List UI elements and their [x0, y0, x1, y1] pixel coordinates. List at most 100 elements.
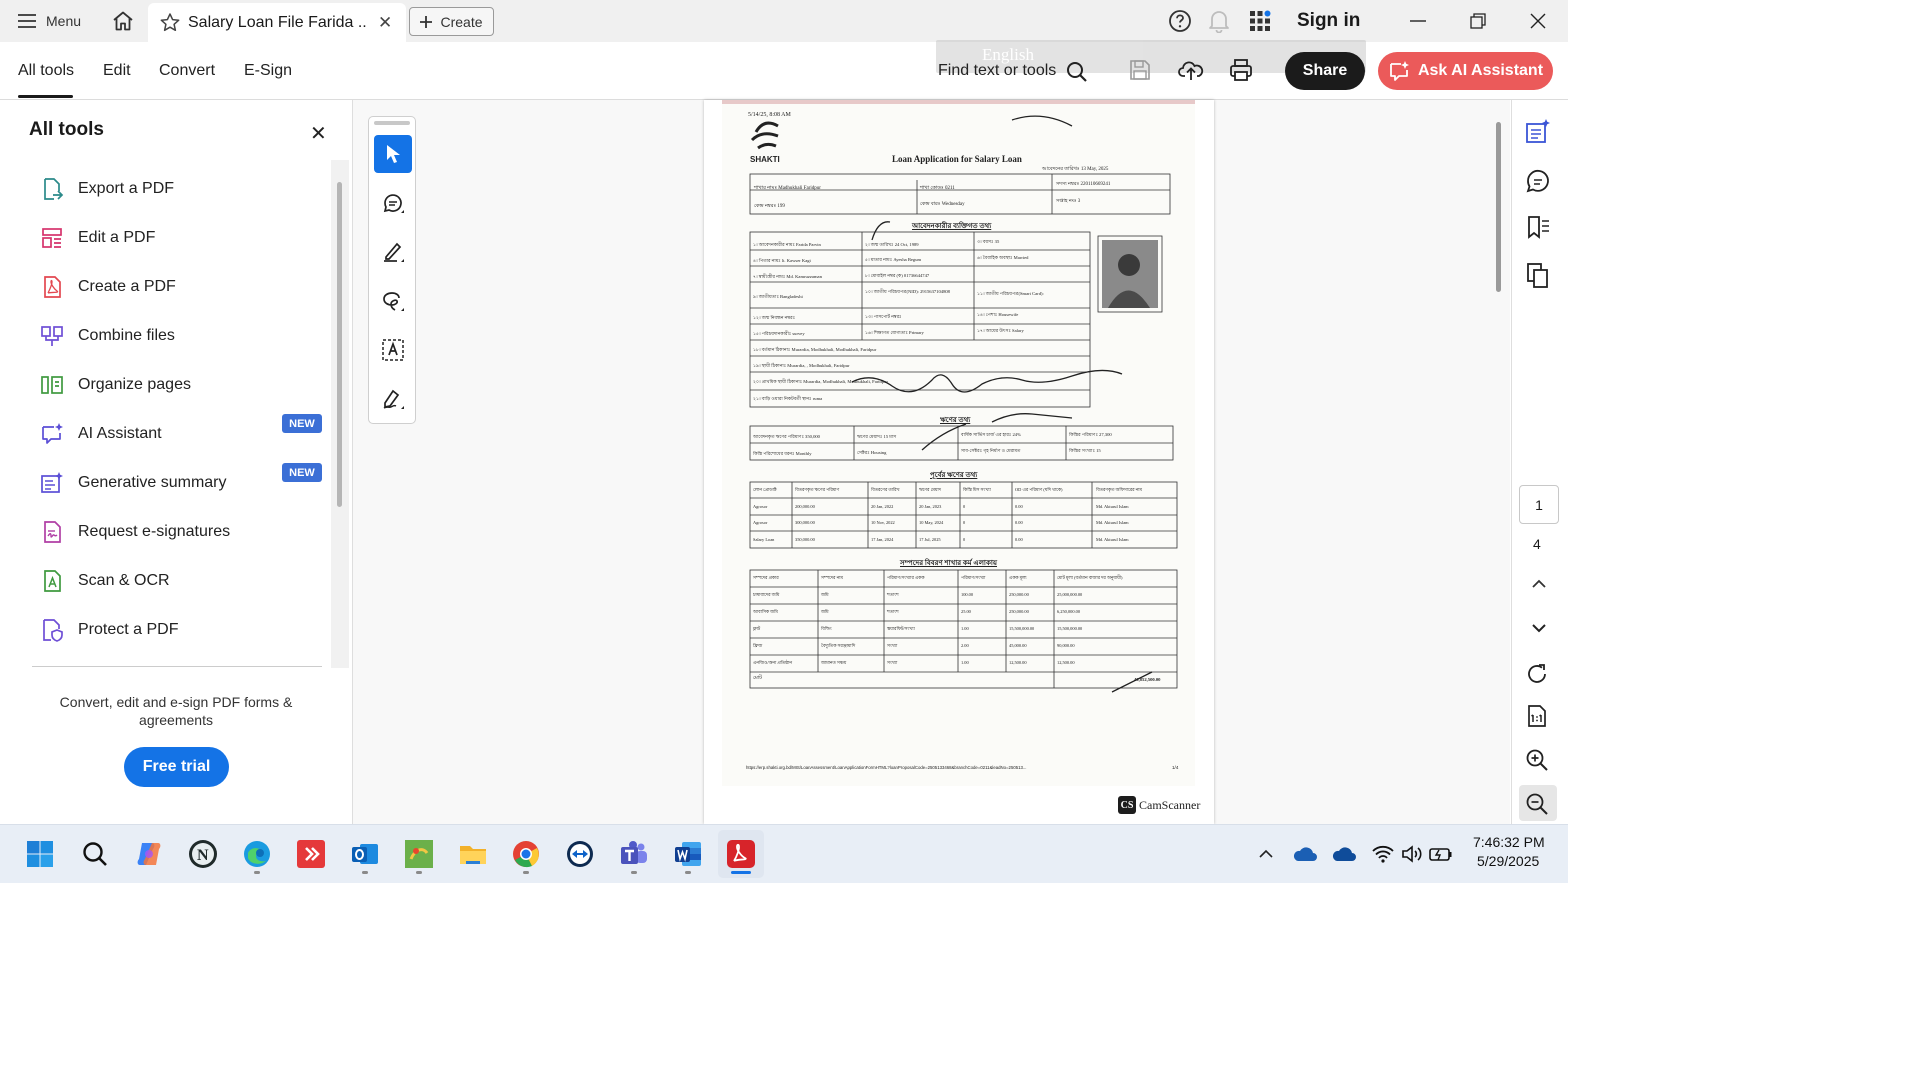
tool-request-esignatures[interactable]: Request e-signatures — [40, 516, 330, 548]
taskbar-search-icon[interactable] — [77, 836, 113, 872]
bookmark-icon[interactable] — [1525, 214, 1551, 240]
form-branch: শাখার নামঃ Madhukhali Faridpur — [754, 186, 821, 191]
menu-button[interactable]: Menu — [0, 0, 100, 42]
create-button[interactable]: Create — [409, 7, 494, 36]
battery-icon[interactable] — [1423, 836, 1459, 872]
clock-date[interactable]: 5/29/2025 — [1477, 853, 1539, 869]
section-previous-loans: পূর্বের ঋণের তথ্য — [930, 471, 978, 479]
cloud-upload-icon[interactable] — [1178, 58, 1204, 82]
tray-chevron-icon[interactable] — [1248, 836, 1284, 872]
text-tool-button[interactable] — [374, 331, 412, 369]
tab-edit[interactable]: Edit — [103, 62, 131, 80]
tool-export-pdf[interactable]: Export a PDF — [40, 173, 330, 205]
lasso-draw-icon — [383, 292, 404, 311]
bijoy-app-icon[interactable] — [401, 836, 437, 872]
personal-row: ১৬। শিক্ষাগত যোগ্যতাঃ Primary — [865, 330, 924, 335]
teamviewer-icon[interactable] — [562, 836, 598, 872]
personal-row: ১৪। পেশাঃ Housewife — [977, 312, 1019, 317]
start-windows-icon[interactable] — [22, 836, 58, 872]
help-icon[interactable] — [1168, 9, 1192, 33]
table-cell: শতাংশ — [887, 592, 899, 597]
tool-scan-ocr[interactable]: Scan & OCR — [40, 565, 330, 597]
loan-row: সাব-সেক্টরঃ গৃহ নির্মাণ ও মেরামত — [961, 448, 1021, 453]
ask-ai-assistant-button[interactable]: Ask AI Assistant — [1378, 52, 1553, 90]
next-page-icon[interactable] — [1531, 622, 1547, 634]
tab-esign[interactable]: E-Sign — [244, 62, 292, 80]
print-icon[interactable] — [1229, 58, 1253, 82]
table-cell: 0 — [963, 536, 966, 542]
create-label: Create — [440, 13, 483, 30]
tool-protect-pdf[interactable]: Protect a PDF — [40, 614, 330, 646]
actual-size-icon[interactable] — [1525, 704, 1549, 728]
file-explorer-icon[interactable] — [455, 836, 491, 872]
table-cell: 1.00 — [961, 660, 969, 665]
tool-label: Request e-signatures — [78, 523, 231, 540]
minimize-button[interactable] — [1388, 0, 1448, 42]
zoom-in-icon[interactable] — [1525, 748, 1549, 772]
outlook-icon[interactable] — [347, 836, 383, 872]
document-scrollbar[interactable] — [1496, 122, 1501, 292]
teams-icon[interactable] — [616, 836, 652, 872]
request-esign-icon — [44, 521, 61, 543]
personal-row: ১২। জন্ম নিবন্ধন নম্বরঃ — [753, 315, 796, 320]
free-trial-button[interactable]: Free trial — [124, 747, 229, 787]
ask-ai-label: Ask AI Assistant — [1417, 62, 1544, 79]
comment-panel-icon[interactable] — [1525, 168, 1551, 194]
tool-organize-pages[interactable]: Organize pages — [40, 369, 330, 401]
tab-convert[interactable]: Convert — [159, 62, 215, 80]
notifications-bell-icon[interactable] — [1208, 9, 1230, 33]
tool-combine-files[interactable]: Combine files — [40, 320, 330, 352]
sign-in-link[interactable]: Sign in — [1297, 10, 1360, 32]
edge-browser-icon[interactable] — [239, 836, 275, 872]
camscanner-logo-icon: CS — [1118, 796, 1136, 814]
previous-page-icon[interactable] — [1531, 578, 1547, 590]
panel-scrollbar[interactable] — [337, 182, 342, 507]
tool-label: Protect a PDF — [78, 621, 179, 638]
share-button[interactable]: Share — [1285, 52, 1365, 90]
find-text-label[interactable]: Find text or tools — [938, 62, 1056, 80]
home-button[interactable] — [106, 7, 140, 35]
select-tool-button[interactable] — [374, 135, 412, 173]
zoom-out-icon[interactable] — [1525, 792, 1549, 816]
table-cell: জমি — [821, 592, 829, 597]
search-icon[interactable] — [1066, 61, 1088, 83]
draw-tool-button[interactable] — [374, 282, 412, 320]
n-app-icon[interactable]: N — [185, 836, 221, 872]
panel-close-icon[interactable]: ✕ — [310, 121, 327, 146]
table-cell: 20 Jan, 2022 — [871, 503, 894, 509]
table-cell: 0.00 — [1015, 503, 1023, 509]
copilot-icon[interactable] — [131, 836, 167, 872]
personal-row: ৫। মাতার নামঃ Ayesha Begum — [865, 257, 922, 262]
highlight-tool-button[interactable] — [374, 233, 412, 271]
onedrive-icon[interactable] — [1287, 836, 1323, 872]
clock-time[interactable]: 7:46:32 PM — [1473, 834, 1545, 850]
tab-all-tools[interactable]: All tools — [18, 62, 74, 80]
chrome-icon[interactable] — [508, 836, 544, 872]
personal-row: ২০। প্রাথমিক স্থায়ী ঠিকানাঃ Murardia, M… — [753, 379, 888, 384]
comment-tool-button[interactable] — [374, 184, 412, 222]
anydesk-icon[interactable] — [293, 836, 329, 872]
document-tab[interactable]: Salary Loan File Farida ... ✕ — [148, 3, 406, 42]
tool-create-pdf[interactable]: Create a PDF — [40, 271, 330, 303]
star-icon[interactable] — [160, 13, 180, 32]
rotate-icon[interactable] — [1525, 662, 1549, 686]
acrobat-icon[interactable] — [723, 836, 759, 872]
word-icon[interactable] — [670, 836, 706, 872]
close-window-button[interactable] — [1508, 0, 1568, 42]
tab-close-icon[interactable]: ✕ — [378, 13, 392, 33]
tool-edit-pdf[interactable]: Edit a PDF — [40, 222, 330, 254]
table-cell: 200,000.00 — [795, 503, 815, 509]
page-number-input[interactable]: 1 — [1519, 485, 1559, 524]
form-week-no: সপ্তাহ নংঃ 3 — [1056, 199, 1081, 204]
sign-tool-button[interactable] — [374, 380, 412, 418]
apps-grid-icon[interactable] — [1248, 9, 1272, 33]
form-org: SHAKTI — [750, 155, 780, 164]
onedrive-personal-icon[interactable] — [1326, 836, 1362, 872]
save-icon[interactable] — [1129, 59, 1151, 81]
quick-tools-handle[interactable] — [374, 121, 410, 125]
page-total: 4 — [1533, 536, 1541, 552]
table-header-cell: লোন প্রোডাক্ট — [753, 487, 777, 492]
restore-button[interactable] — [1448, 0, 1508, 42]
ai-summary-icon[interactable] — [1525, 118, 1551, 144]
pages-thumbnail-icon[interactable] — [1525, 262, 1551, 288]
